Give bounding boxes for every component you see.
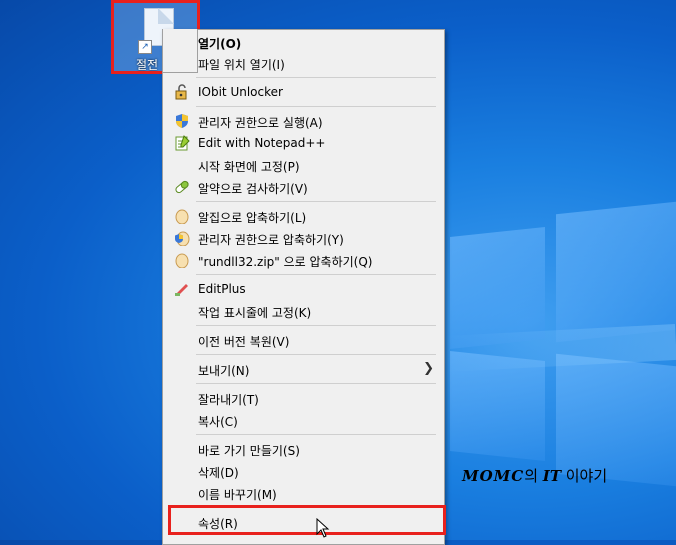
menu-item-compress-to-zip[interactable]: "rundll32.zip" 으로 압축하기(Q) bbox=[165, 249, 442, 271]
properties-highlight-box bbox=[168, 505, 446, 535]
windows-logo-pane-top-right bbox=[556, 201, 676, 343]
menu-item-delete[interactable]: 삭제(D) bbox=[165, 460, 442, 482]
editplus-icon bbox=[175, 284, 188, 296]
menu-item-create-shortcut[interactable]: 바로 가기 만들기(S) bbox=[165, 438, 442, 460]
menu-item-open[interactable]: 열기(O) bbox=[165, 31, 442, 53]
menu-separator bbox=[196, 354, 436, 355]
menu-item-pin-to-taskbar[interactable]: 작업 표시줄에 고정(K) bbox=[165, 300, 442, 322]
menu-separator bbox=[196, 434, 436, 435]
menu-item-editplus[interactable]: EditPlus bbox=[165, 278, 442, 300]
menu-item-copy[interactable]: 복사(C) bbox=[165, 409, 442, 431]
menu-item-open-file-location[interactable]: 파일 위치 열기(I) bbox=[165, 52, 442, 74]
menu-item-alzip-admin-compress[interactable]: 관리자 권한으로 압축하기(Y) bbox=[165, 227, 442, 249]
menu-separator bbox=[196, 274, 436, 275]
alzip-icon bbox=[175, 209, 189, 224]
menu-separator bbox=[196, 325, 436, 326]
menu-item-restore-previous-versions[interactable]: 이전 버전 복원(V) bbox=[165, 329, 442, 351]
menu-item-cut[interactable]: 잘라내기(T) bbox=[165, 387, 442, 409]
mouse-cursor-icon bbox=[316, 518, 330, 538]
menu-item-run-as-admin[interactable]: 관리자 권한으로 실행(A) bbox=[165, 110, 442, 132]
menu-item-iobit-unlocker[interactable]: IObit Unlocker bbox=[165, 81, 442, 103]
menu-separator bbox=[196, 106, 436, 107]
notepad-icon bbox=[175, 135, 190, 151]
watermark-text: MOMC의 IT 이야기 bbox=[462, 467, 608, 485]
menu-item-alyac-scan[interactable]: 알약으로 검사하기(V) bbox=[165, 176, 442, 198]
context-menu: 열기(O) 파일 위치 열기(I) IObit Unlocker 관리자 권한으… bbox=[162, 29, 445, 545]
menu-item-alzip-compress[interactable]: 알집으로 압축하기(L) bbox=[165, 205, 442, 227]
shield-icon bbox=[176, 114, 188, 128]
unlock-icon bbox=[175, 84, 187, 100]
menu-item-pin-to-start[interactable]: 시작 화면에 고정(P) bbox=[165, 154, 442, 176]
menu-separator bbox=[196, 383, 436, 384]
menu-separator bbox=[196, 77, 436, 78]
menu-item-send-to[interactable]: 보내기(N) ❯ bbox=[165, 358, 442, 380]
pill-icon bbox=[175, 180, 189, 194]
menu-separator bbox=[196, 201, 436, 202]
menu-top-left-cover bbox=[162, 29, 198, 73]
chevron-right-icon: ❯ bbox=[423, 361, 434, 376]
alzip-shield-icon bbox=[175, 231, 190, 246]
menu-item-rename[interactable]: 이름 바꾸기(M) bbox=[165, 482, 442, 504]
menu-item-edit-notepadpp[interactable]: Edit with Notepad++ bbox=[165, 132, 442, 154]
alzip-icon bbox=[175, 253, 189, 268]
